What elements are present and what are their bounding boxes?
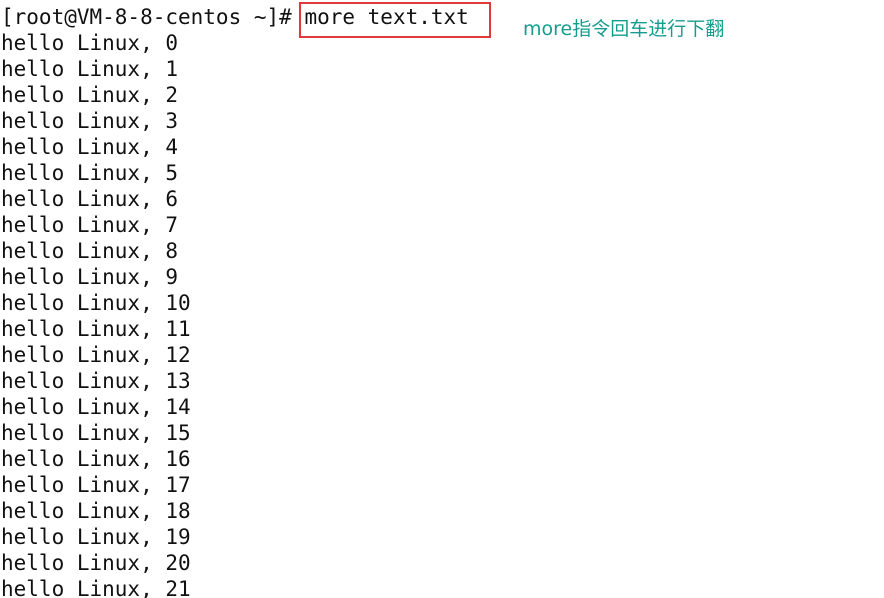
output-line: hello Linux, 10 bbox=[1, 291, 191, 315]
output-line: hello Linux, 12 bbox=[1, 343, 191, 367]
output-line: hello Linux, 8 bbox=[1, 239, 179, 263]
output-line: hello Linux, 7 bbox=[1, 213, 179, 237]
output-line: hello Linux, 21 bbox=[1, 577, 191, 598]
output-line: hello Linux, 11 bbox=[1, 317, 191, 341]
output-line: hello Linux, 20 bbox=[1, 551, 191, 575]
output-line: hello Linux, 2 bbox=[1, 83, 179, 107]
output-line: hello Linux, 16 bbox=[1, 447, 191, 471]
output-line: hello Linux, 18 bbox=[1, 499, 191, 523]
output-line: hello Linux, 6 bbox=[1, 187, 179, 211]
output-line: hello Linux, 1 bbox=[1, 57, 179, 81]
output-line: hello Linux, 17 bbox=[1, 473, 191, 497]
output-line: hello Linux, 14 bbox=[1, 395, 191, 419]
terminal-window[interactable]: [root@VM-8-8-centos ~]# more text.txt mo… bbox=[0, 0, 884, 598]
output-line: hello Linux, 15 bbox=[1, 421, 191, 445]
output-line: hello Linux, 9 bbox=[1, 265, 179, 289]
output-line: hello Linux, 0 bbox=[1, 31, 179, 55]
output-line: hello Linux, 3 bbox=[1, 109, 179, 133]
output-line: hello Linux, 4 bbox=[1, 135, 179, 159]
output-line: hello Linux, 19 bbox=[1, 525, 191, 549]
output-line: hello Linux, 13 bbox=[1, 369, 191, 393]
terminal-output: hello Linux, 0 hello Linux, 1 hello Linux,… bbox=[0, 0, 884, 598]
output-line: hello Linux, 5 bbox=[1, 161, 179, 185]
